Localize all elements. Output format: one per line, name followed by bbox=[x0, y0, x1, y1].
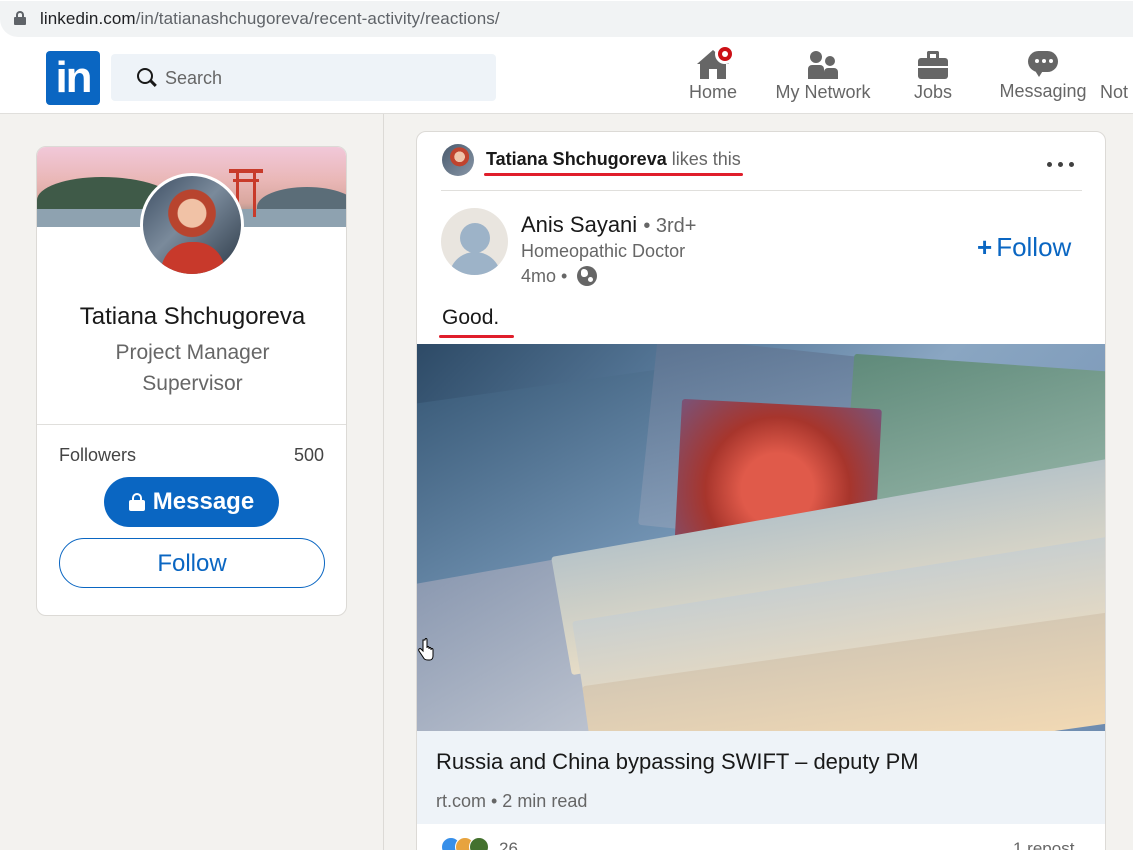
nav-jobs[interactable]: Jobs bbox=[912, 48, 954, 108]
profile-divider bbox=[37, 424, 346, 425]
hand-cursor-icon bbox=[418, 638, 434, 661]
nav-messaging-label: Messaging bbox=[999, 81, 1087, 101]
lock-icon bbox=[128, 493, 145, 511]
link-meta: rt.com • 2 min read bbox=[436, 791, 588, 811]
post-text: Good. bbox=[442, 306, 500, 329]
profile-avatar[interactable] bbox=[140, 173, 244, 277]
message-button[interactable]: Message bbox=[104, 477, 279, 527]
nav-home[interactable]: Home bbox=[688, 44, 738, 108]
followers-label: Followers bbox=[59, 445, 137, 465]
nav-home-label: Home bbox=[688, 82, 737, 102]
search-icon bbox=[137, 68, 153, 84]
lock-icon[interactable] bbox=[14, 11, 26, 25]
nav-messaging[interactable]: Messaging bbox=[998, 47, 1088, 107]
follow-author-button[interactable]: + Follow bbox=[977, 232, 1071, 263]
author-title: Homeopathic Doctor bbox=[521, 241, 686, 261]
url-path: /in/tatianashchugoreva/recent-activity/r… bbox=[135, 9, 500, 28]
connection-degree: • 3rd+ bbox=[643, 215, 697, 237]
support-reaction-icon bbox=[469, 837, 489, 850]
plus-icon: + bbox=[977, 232, 993, 262]
activity-divider bbox=[441, 190, 1082, 191]
more-options-icon[interactable] bbox=[1047, 162, 1052, 167]
nav-my-network-label: My Network bbox=[775, 82, 871, 102]
profile-card: Tatiana Shchugoreva Project Manager Supe… bbox=[36, 146, 347, 616]
home-icon bbox=[696, 44, 735, 82]
chat-bubble-icon bbox=[1026, 47, 1060, 81]
profile-headline: Project Manager Supervisor bbox=[115, 341, 270, 395]
reposts-count[interactable]: 1 repost bbox=[1013, 839, 1074, 850]
search-box[interactable] bbox=[111, 54, 496, 101]
bell-icon bbox=[1100, 48, 1133, 82]
author-name-line[interactable]: Anis Sayani • 3rd+ bbox=[521, 212, 696, 238]
linkedin-logo[interactable]: in bbox=[46, 51, 100, 105]
feed-post-card: Tatiana Shchugoreva likes this Anis Saya… bbox=[416, 131, 1106, 850]
url-domain: linkedin.com bbox=[40, 9, 136, 28]
profile-name[interactable]: Tatiana Shchugoreva bbox=[37, 303, 346, 331]
annotation-underline bbox=[484, 173, 743, 176]
actor-avatar[interactable] bbox=[442, 144, 474, 176]
search-input[interactable] bbox=[165, 66, 465, 90]
activity-action: likes this bbox=[671, 149, 741, 169]
notification-badge bbox=[715, 44, 735, 64]
followers-count: 500 bbox=[293, 445, 324, 465]
url-text[interactable]: linkedin.com/in/tatianashchugoreva/recen… bbox=[40, 9, 500, 29]
nav-my-network[interactable]: My Network bbox=[772, 48, 874, 108]
top-navigation: in Home My Network Jobs Messaging Not bbox=[0, 38, 1133, 114]
annotation-underline bbox=[439, 335, 514, 338]
reactions-count[interactable]: 26 bbox=[499, 839, 518, 850]
briefcase-icon bbox=[916, 48, 950, 82]
nav-jobs-label: Jobs bbox=[913, 82, 953, 102]
profile-follow-button[interactable]: Follow bbox=[59, 538, 325, 588]
activity-header: Tatiana Shchugoreva likes this bbox=[486, 149, 741, 170]
post-age: 4mo • bbox=[521, 266, 568, 286]
people-icon bbox=[806, 48, 840, 82]
browser-address-bar[interactable]: linkedin.com/in/tatianashchugoreva/recen… bbox=[0, 0, 1133, 38]
link-title[interactable]: Russia and China bypassing SWIFT – deput… bbox=[436, 749, 919, 775]
activity-actor-name[interactable]: Tatiana Shchugoreva bbox=[486, 149, 667, 169]
column-divider bbox=[383, 114, 384, 850]
nav-notifications[interactable]: Not bbox=[1100, 48, 1133, 108]
reaction-icons[interactable] bbox=[441, 837, 497, 850]
globe-icon bbox=[577, 266, 597, 286]
follow-author-label: Follow bbox=[996, 232, 1072, 262]
nav-notifications-label: Not bbox=[1100, 82, 1129, 102]
message-button-label: Message bbox=[152, 488, 255, 515]
post-image[interactable] bbox=[417, 344, 1105, 731]
author-name[interactable]: Anis Sayani bbox=[521, 212, 637, 237]
link-preview[interactable]: Russia and China bypassing SWIFT – deput… bbox=[417, 731, 1105, 824]
author-avatar[interactable] bbox=[441, 208, 508, 275]
